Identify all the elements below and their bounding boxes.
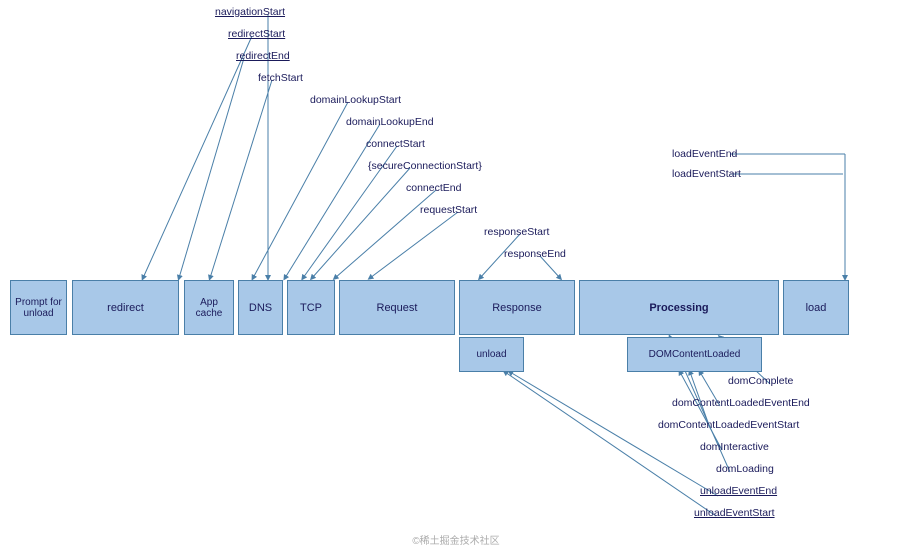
label-loadEventStart: loadEventStart (672, 168, 741, 180)
phase-request: Request (339, 280, 455, 335)
timing-diagram-svg (0, 0, 912, 555)
phase-redirect: redirect (72, 280, 179, 335)
phase-response: Response (459, 280, 575, 335)
label-connectEnd: connectEnd (406, 182, 461, 194)
label-secureConnectionStart: {secureConnectionStart} (368, 160, 482, 172)
label-requestStart: requestStart (420, 204, 477, 216)
phase-domcontentloaded: DOMContentLoaded (627, 337, 762, 372)
label-responseStart: responseStart (484, 226, 549, 238)
label-loadEventEnd: loadEventEnd (672, 148, 737, 160)
phase-prompt: Prompt for unload (10, 280, 67, 335)
label-redirectStart: redirectStart (228, 28, 285, 40)
label-responseEnd: responseEnd (504, 248, 566, 260)
label-connectStart: connectStart (366, 138, 425, 150)
phase-load: load (783, 280, 849, 335)
label-unloadEventStart: unloadEventStart (694, 507, 775, 519)
label-domainLookupEnd: domainLookupEnd (346, 116, 434, 128)
label-navigationStart: navigationStart (215, 6, 285, 18)
watermark: ©稀土掘金技术社区 (412, 532, 499, 547)
label-domLoading: domLoading (716, 463, 774, 475)
diagram-container: Prompt for unload redirect Appcache DNS … (0, 0, 912, 555)
label-fetchStart: fetchStart (258, 72, 303, 84)
label-domComplete: domComplete (728, 375, 793, 387)
label-domainLookupStart: domainLookupStart (310, 94, 401, 106)
label-domContentLoadedEventStart: domContentLoadedEventStart (658, 419, 799, 431)
phase-unload: unload (459, 337, 524, 372)
label-domInteractive: domInteractive (700, 441, 769, 453)
phase-processing: Processing (579, 280, 779, 335)
phase-appcache: Appcache (184, 280, 234, 335)
phase-dns: DNS (238, 280, 283, 335)
label-domContentLoadedEventEnd: domContentLoadedEventEnd (672, 397, 810, 409)
phase-tcp: TCP (287, 280, 335, 335)
label-unloadEventEnd: unloadEventEnd (700, 485, 777, 497)
label-redirectEnd: redirectEnd (236, 50, 290, 62)
